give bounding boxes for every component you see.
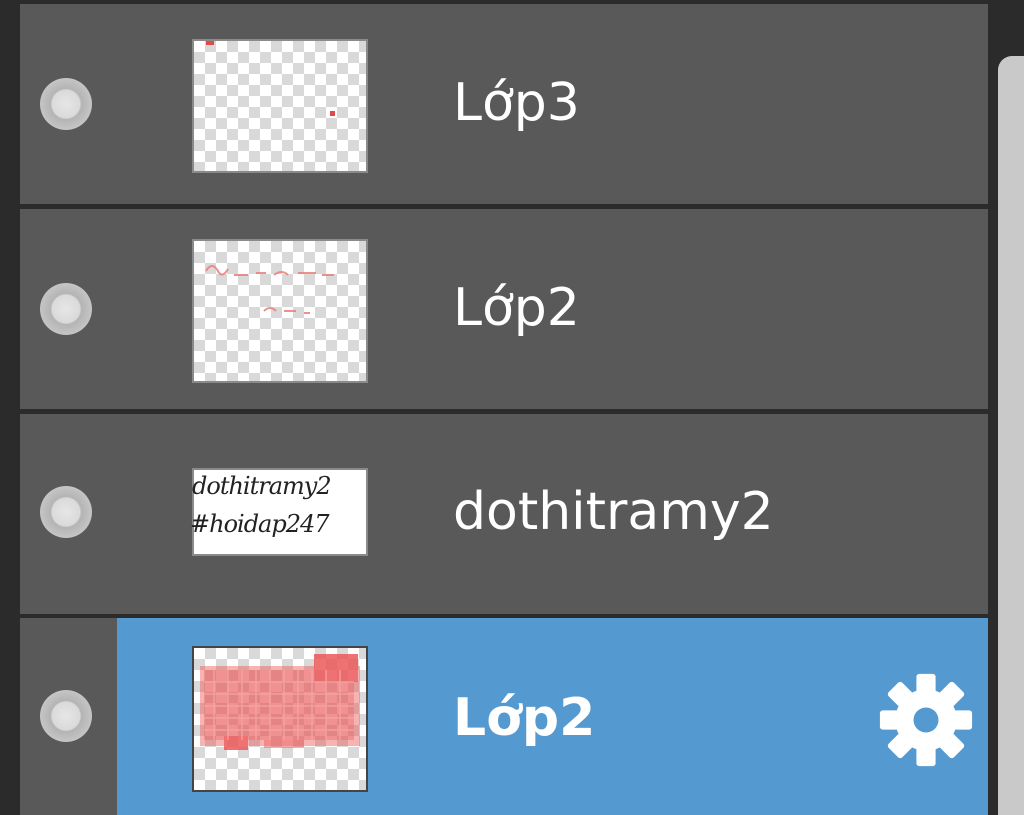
layer-row[interactable]: dothitramy2 #hoidap247 dothitramy2 [20, 414, 988, 614]
layers-panel: Lớp3 Lớp2 dothitramy2 #hoidap247 dothitr… [0, 0, 1024, 815]
layer-row[interactable]: Lớp3 [20, 4, 988, 204]
radio-dot-icon[interactable] [40, 690, 92, 742]
gear-icon[interactable] [878, 672, 974, 768]
layer-row-selected[interactable]: Lớp2 [20, 618, 988, 815]
thumbnail-marks [200, 654, 360, 750]
layer-thumbnail [192, 239, 368, 383]
layer-thumbnail [192, 646, 368, 792]
thumbnail-text-line: dothitramy2 [192, 472, 332, 500]
layer-name: Lớp3 [453, 73, 580, 133]
radio-dot-icon[interactable] [40, 283, 92, 335]
layer-thumbnail [192, 39, 368, 173]
radio-dot-icon[interactable] [40, 486, 92, 538]
thumbnail-marks [206, 41, 335, 116]
layer-row[interactable]: Lớp2 [20, 209, 988, 409]
thumbnail-text-line: #hoidap247 [190, 510, 330, 538]
scrollbar[interactable] [998, 56, 1024, 815]
layer-name: Lớp2 [453, 688, 596, 748]
radio-dot-icon[interactable] [40, 78, 92, 130]
layer-name: dothitramy2 [453, 482, 774, 542]
thumbnail-marks [205, 265, 334, 314]
layer-list: Lớp3 Lớp2 dothitramy2 #hoidap247 dothitr… [20, 4, 988, 815]
layer-name: Lớp2 [453, 278, 580, 338]
layer-thumbnail: dothitramy2 #hoidap247 [190, 468, 368, 556]
